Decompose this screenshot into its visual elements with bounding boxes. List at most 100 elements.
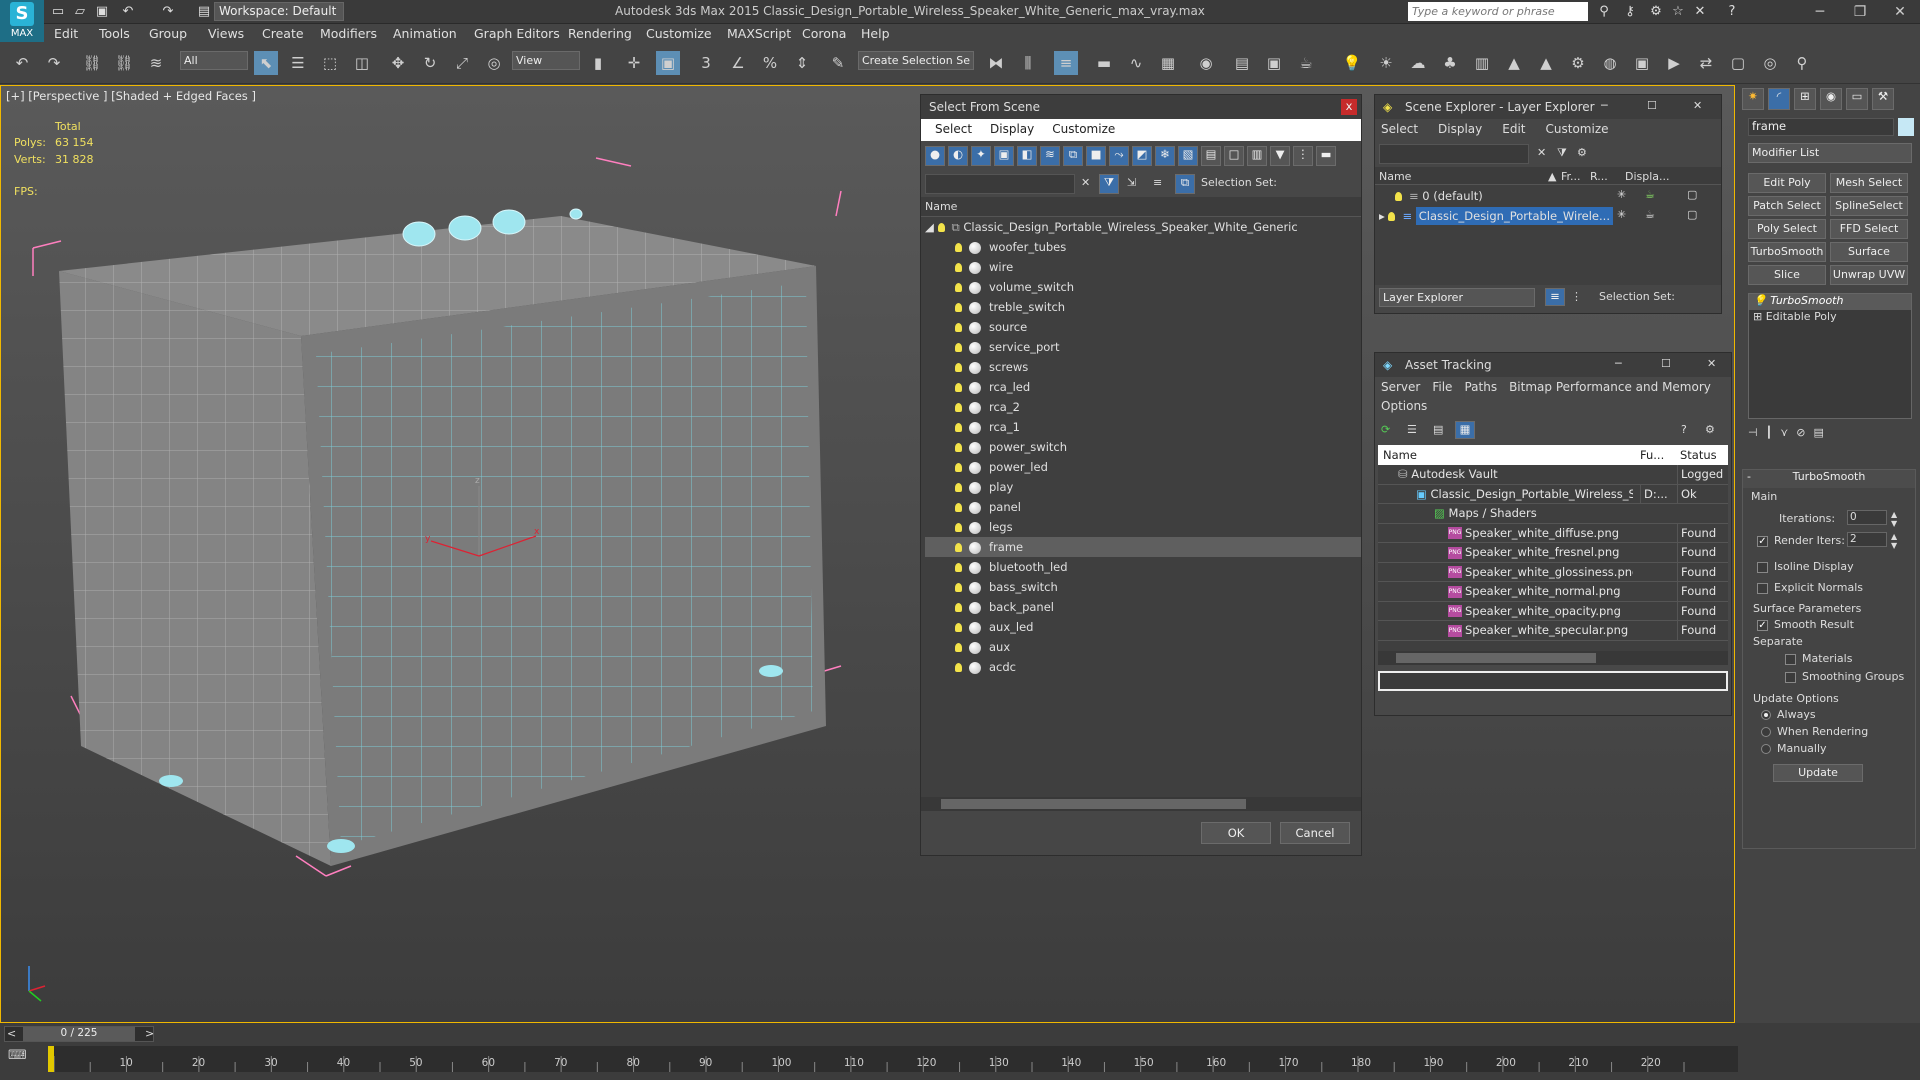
at-col-fullpath[interactable]: Fu... — [1640, 448, 1664, 462]
curve-editor-icon[interactable]: ∿ — [1124, 51, 1148, 75]
visibility-bulb-icon[interactable] — [937, 223, 945, 232]
show-end-result-icon[interactable]: ┃ — [1766, 426, 1773, 444]
scene-object-row[interactable]: aux — [925, 637, 1361, 657]
se-menu-edit[interactable]: Edit — [1502, 122, 1525, 138]
toggle-ribbon-icon[interactable]: ▬ — [1092, 51, 1116, 75]
project-folder-icon[interactable]: ▤ — [196, 4, 212, 20]
at-close-icon[interactable]: ✕ — [1707, 357, 1716, 370]
remove-modifier-icon[interactable]: ⊘ — [1796, 426, 1805, 444]
angle-snap-icon[interactable]: ∠ — [726, 51, 750, 75]
percent-snap-icon[interactable]: % — [758, 51, 782, 75]
align-icon[interactable]: ⫼ — [1016, 51, 1040, 75]
key-icon[interactable]: ⚷ — [1622, 4, 1638, 20]
menu-rendering[interactable]: Rendering — [568, 26, 632, 41]
at-help-icon[interactable]: ? — [1681, 423, 1687, 436]
menu-maxscript[interactable]: MAXScript — [727, 26, 791, 41]
grid-view-icon[interactable]: ▦ — [1455, 421, 1475, 439]
display-box-icon[interactable]: ▢ — [1687, 188, 1697, 201]
display-box-icon[interactable]: ▢ — [1687, 208, 1697, 221]
display-cameras-icon[interactable]: ▣ — [994, 146, 1014, 166]
asset-row[interactable]: PNG Speaker_white_diffuse.png Found — [1378, 523, 1728, 543]
new-file-icon[interactable]: ▭ — [50, 4, 66, 20]
se-minimize-icon[interactable]: ─ — [1601, 99, 1608, 112]
se-col-name[interactable]: Name — [1379, 170, 1411, 183]
corona-settings-icon[interactable]: ⚙ — [1566, 51, 1590, 75]
redo-icon[interactable]: ↷ — [42, 51, 66, 75]
visibility-bulb-icon[interactable] — [955, 523, 962, 532]
se-maximize-icon[interactable]: ☐ — [1647, 99, 1657, 112]
menu-corona[interactable]: Corona — [802, 26, 846, 41]
window-crossing-icon[interactable]: ◫ — [350, 51, 374, 75]
select-object-icon[interactable]: ⬉ — [254, 51, 278, 75]
sfs-search-input[interactable] — [925, 174, 1075, 194]
layer-explorer-icon[interactable]: ≡ — [1054, 51, 1078, 75]
display-bones-icon[interactable]: ⤳ — [1109, 146, 1129, 166]
rollout-header[interactable]: - TurboSmooth — [1743, 470, 1915, 488]
visibility-bulb-icon[interactable] — [955, 423, 962, 432]
materials-checkbox[interactable] — [1785, 653, 1796, 665]
corona-material-icon[interactable]: ◍ — [1598, 51, 1622, 75]
corona-light-icon[interactable]: 💡 — [1340, 51, 1364, 75]
scene-object-row[interactable]: play — [925, 477, 1361, 497]
at-scroll-thumb[interactable] — [1396, 653, 1596, 663]
prev-frame-icon[interactable]: < — [7, 1027, 16, 1040]
pivot-center-icon[interactable]: ▮ — [586, 51, 610, 75]
favorite-star-icon[interactable]: ☆ — [1670, 4, 1686, 20]
expand-plus-icon[interactable]: ⊞ — [1753, 310, 1766, 323]
table-view-icon[interactable]: ▤ — [1433, 423, 1443, 436]
stack-item-editable-poly[interactable]: ⊞ Editable Poly — [1749, 310, 1911, 326]
menu-edit[interactable]: Edit — [54, 26, 78, 41]
se-col-display[interactable]: Displa... — [1625, 170, 1670, 183]
display-containers-icon[interactable]: ◩ — [1132, 146, 1152, 166]
se-col-freeze[interactable]: Fr... — [1561, 170, 1581, 183]
asset-row[interactable]: ⛁ Autodesk Vault Logged — [1378, 465, 1728, 485]
display-tab-icon[interactable]: ▭ — [1846, 88, 1868, 110]
scene-object-row[interactable]: power_switch — [925, 437, 1361, 457]
rollout-minus-icon[interactable]: - — [1747, 470, 1751, 483]
layers-icon[interactable]: ≡ — [1153, 176, 1162, 189]
asset-row[interactable]: ▣ Classic_Design_Portable_Wireless_Sp...… — [1378, 484, 1728, 504]
at-menu-options[interactable]: Options — [1375, 397, 1731, 417]
menu-create[interactable]: Create — [262, 26, 304, 41]
undo-quick-icon[interactable]: ↶ — [120, 4, 136, 20]
scene-object-row[interactable]: woofer_tubes — [925, 237, 1361, 257]
scene-object-row[interactable]: volume_switch — [925, 277, 1361, 297]
asset-row[interactable]: PNG Speaker_white_fresnel.png Found — [1378, 543, 1728, 563]
scene-object-row[interactable]: acdc — [925, 657, 1361, 677]
visibility-bulb-icon[interactable] — [955, 443, 962, 452]
update-button[interactable]: Update — [1773, 764, 1863, 782]
scene-object-row[interactable]: bluetooth_led — [925, 557, 1361, 577]
se-search-input[interactable] — [1379, 144, 1529, 164]
corona-text-icon[interactable]: ▥ — [1470, 51, 1494, 75]
scene-object-row[interactable]: source — [925, 317, 1361, 337]
corona-converter-icon[interactable]: ⇄ — [1694, 51, 1718, 75]
ok-button[interactable]: OK — [1201, 822, 1271, 844]
schematic-view-icon[interactable]: ▦ — [1156, 51, 1180, 75]
modifier-set-button[interactable]: Poly Select — [1748, 219, 1826, 239]
expand-icon[interactable]: ◢ — [925, 220, 938, 234]
render-iters-checkbox[interactable]: ✓ — [1757, 535, 1768, 547]
object-name-field[interactable]: frame — [1748, 118, 1894, 136]
at-col-name[interactable]: Name — [1383, 448, 1417, 462]
rect-selection-icon[interactable]: ⬚ — [318, 51, 342, 75]
display-none-icon[interactable]: □ — [1224, 146, 1244, 166]
render-setup-icon[interactable]: ▤ — [1230, 51, 1254, 75]
scene-object-row[interactable]: panel — [925, 497, 1361, 517]
se-layers-mode-icon[interactable]: ≡ — [1545, 288, 1565, 306]
dialog-close-button[interactable]: x — [1341, 99, 1357, 115]
rendered-frame-icon[interactable]: ▣ — [1262, 51, 1286, 75]
track-bar[interactable] — [48, 1046, 1738, 1072]
scene-object-row[interactable]: treble_switch — [925, 297, 1361, 317]
menu-views[interactable]: Views — [208, 26, 244, 41]
binoculars-icon[interactable]: ⚲ — [1596, 4, 1612, 20]
se-menu-select[interactable]: Select — [1381, 122, 1418, 138]
scene-object-row[interactable]: bass_switch — [925, 577, 1361, 597]
visibility-bulb-icon[interactable] — [955, 463, 962, 472]
modifier-set-button[interactable]: Mesh Select — [1830, 173, 1908, 193]
close-button[interactable]: ✕ — [1880, 2, 1920, 22]
scene-object-row[interactable]: wire — [925, 257, 1361, 277]
exchange-icon[interactable]: ✕ — [1692, 4, 1708, 20]
render-teapot-icon[interactable]: ☕ — [1645, 208, 1655, 221]
sfs-menu-customize[interactable]: Customize — [1052, 122, 1115, 138]
expand-icon[interactable]: ▸ — [1379, 209, 1388, 223]
